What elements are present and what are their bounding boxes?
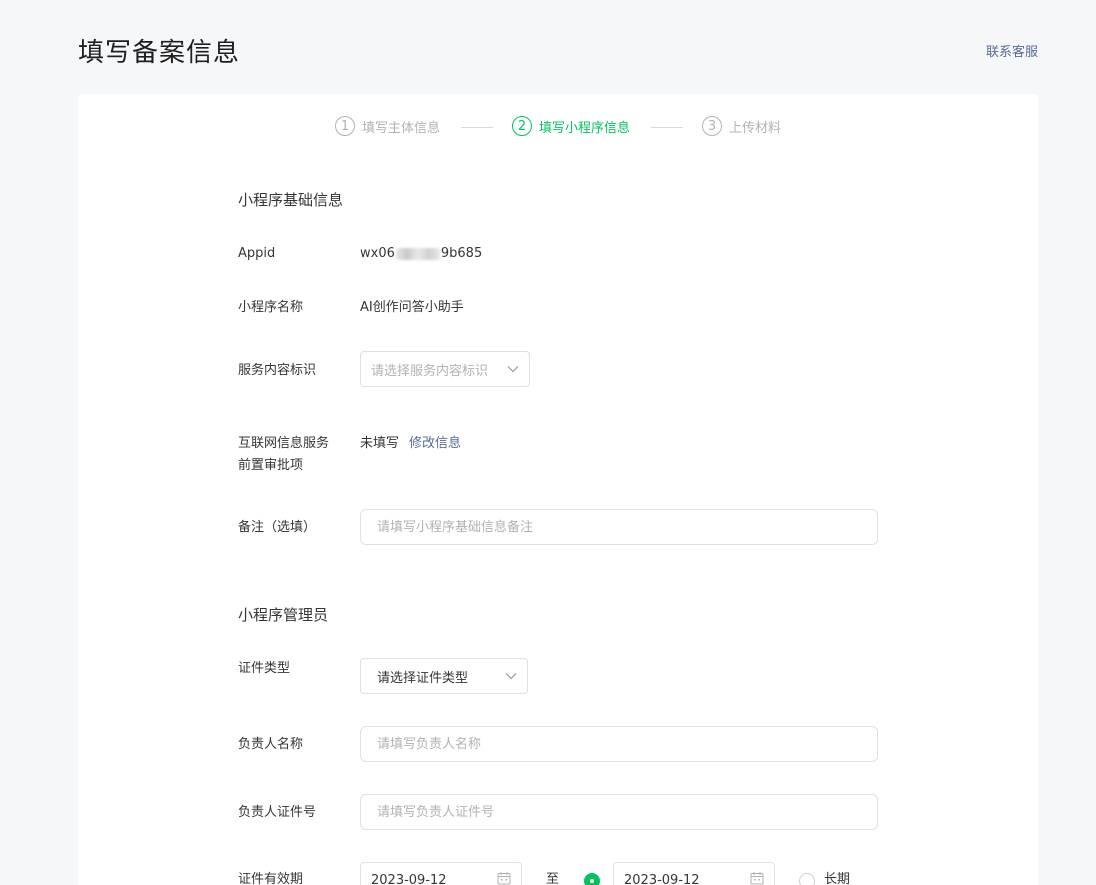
icp-approval-value: 未填写 修改信息: [360, 433, 461, 455]
appid-value: wx06 9b685: [360, 243, 482, 265]
step-2: 2 填写小程序信息: [512, 116, 630, 136]
step-2-number: 2: [512, 116, 532, 136]
long-term-label: 长期: [824, 872, 851, 885]
calendar-icon: [497, 871, 511, 885]
step-1-label: 填写主体信息: [362, 120, 441, 136]
miniprogram-name-value: AI创作问答小助手: [360, 300, 464, 315]
appid-suffix: 9b685: [440, 246, 483, 261]
appid-prefix: wx06: [360, 246, 395, 261]
step-divider: [461, 127, 493, 128]
contact-support-link[interactable]: 联系客服: [986, 41, 1038, 60]
chevron-down-icon: [507, 365, 519, 373]
calendar-icon: [750, 871, 764, 885]
end-date-radio[interactable]: [584, 873, 600, 885]
icp-approval-status: 未填写: [360, 436, 400, 451]
icp-approval-label-line1: 互联网信息服务: [238, 436, 330, 451]
form-card: 1 填写主体信息 2 填写小程序信息 3 上传材料 小程序基础信息 Appid …: [78, 94, 1038, 885]
service-content-label: 服务内容标识: [238, 363, 317, 378]
step-1: 1 填写主体信息: [335, 116, 440, 136]
start-date-picker[interactable]: 2023-09-12: [360, 862, 522, 885]
id-validity-label: 证件有效期: [238, 872, 304, 885]
step-indicator: 1 填写主体信息 2 填写小程序信息 3 上传材料: [78, 116, 1038, 140]
step-3-label: 上传材料: [729, 120, 782, 136]
step-3: 3 上传材料: [702, 116, 781, 136]
id-type-select[interactable]: 请选择证件类型: [360, 658, 528, 694]
miniprogram-name-label: 小程序名称: [238, 300, 304, 315]
step-2-label: 填写小程序信息: [539, 120, 631, 136]
modify-info-link[interactable]: 修改信息: [409, 436, 461, 451]
page-title: 填写备案信息: [78, 38, 241, 68]
long-term-radio[interactable]: [799, 873, 815, 885]
id-type-value: 请选择证件类型: [377, 670, 469, 686]
remark-input[interactable]: [360, 509, 878, 545]
end-date-value: 2023-09-12: [624, 872, 700, 885]
step-3-number: 3: [702, 116, 722, 136]
start-date-value: 2023-09-12: [371, 872, 447, 885]
id-type-label: 证件类型: [238, 661, 291, 676]
manager-name-input[interactable]: [360, 726, 878, 762]
basic-info-section-title: 小程序基础信息: [238, 191, 344, 209]
manager-id-number-label: 负责人证件号: [238, 805, 317, 820]
remark-label: 备注（选填）: [238, 520, 317, 535]
appid-redacted: [395, 247, 440, 260]
icp-approval-label-line2: 前置审批项: [238, 458, 304, 473]
service-content-select[interactable]: 请选择服务内容标识: [360, 351, 530, 387]
icp-approval-label: 互联网信息服务 前置审批项: [238, 433, 329, 477]
appid-label: Appid: [238, 246, 276, 261]
step-divider: [651, 127, 683, 128]
service-content-placeholder: 请选择服务内容标识: [371, 363, 489, 379]
step-1-number: 1: [335, 116, 355, 136]
manager-name-label: 负责人名称: [238, 737, 304, 752]
manager-id-number-input[interactable]: [360, 794, 878, 830]
admin-section-title: 小程序管理员: [238, 606, 329, 624]
chevron-down-icon: [505, 672, 517, 680]
date-range-to-label: 至: [546, 872, 560, 885]
end-date-picker[interactable]: 2023-09-12: [613, 862, 775, 885]
